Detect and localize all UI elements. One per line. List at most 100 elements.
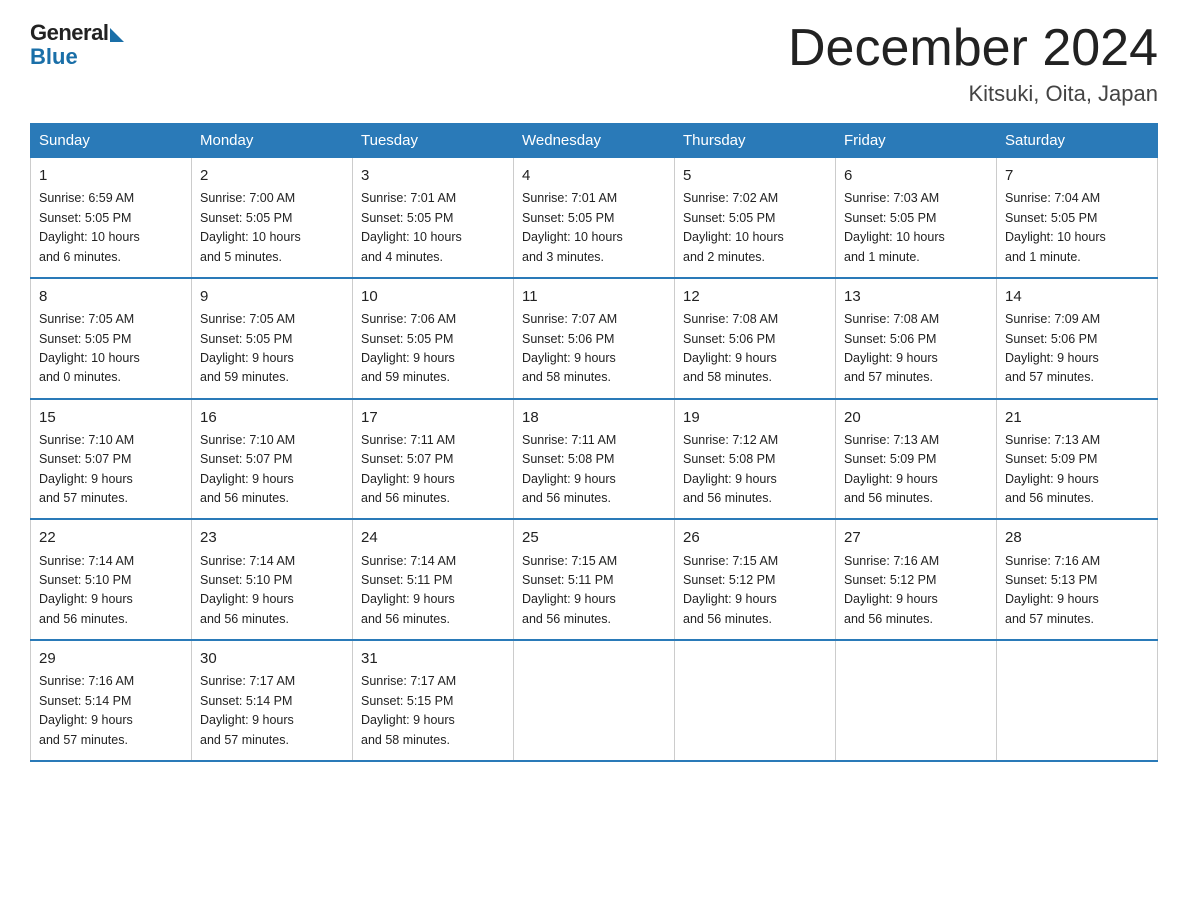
day-number: 5 — [683, 164, 827, 187]
logo-general-text: General — [30, 20, 108, 46]
day-cell — [997, 640, 1158, 761]
month-year-title: December 2024 — [788, 20, 1158, 77]
day-cell: 22Sunrise: 7:14 AM Sunset: 5:10 PM Dayli… — [31, 519, 192, 640]
day-cell: 6Sunrise: 7:03 AM Sunset: 5:05 PM Daylig… — [836, 158, 997, 278]
day-number: 21 — [1005, 406, 1149, 429]
day-number: 18 — [522, 406, 666, 429]
day-number: 19 — [683, 406, 827, 429]
day-cell: 24Sunrise: 7:14 AM Sunset: 5:11 PM Dayli… — [353, 519, 514, 640]
day-number: 8 — [39, 285, 183, 308]
day-info: Sunrise: 7:08 AM Sunset: 5:06 PM Dayligh… — [844, 310, 988, 388]
header-cell-monday: Monday — [192, 124, 353, 158]
day-number: 20 — [844, 406, 988, 429]
day-info: Sunrise: 7:01 AM Sunset: 5:05 PM Dayligh… — [361, 189, 505, 267]
day-info: Sunrise: 7:00 AM Sunset: 5:05 PM Dayligh… — [200, 189, 344, 267]
day-number: 4 — [522, 164, 666, 187]
day-number: 6 — [844, 164, 988, 187]
logo-blue-text: Blue — [30, 44, 78, 70]
week-row-2: 8Sunrise: 7:05 AM Sunset: 5:05 PM Daylig… — [31, 278, 1158, 399]
day-number: 27 — [844, 526, 988, 549]
day-number: 26 — [683, 526, 827, 549]
day-info: Sunrise: 7:13 AM Sunset: 5:09 PM Dayligh… — [1005, 431, 1149, 509]
day-cell: 30Sunrise: 7:17 AM Sunset: 5:14 PM Dayli… — [192, 640, 353, 761]
day-cell: 9Sunrise: 7:05 AM Sunset: 5:05 PM Daylig… — [192, 278, 353, 399]
day-number: 25 — [522, 526, 666, 549]
day-info: Sunrise: 7:16 AM Sunset: 5:12 PM Dayligh… — [844, 552, 988, 630]
day-info: Sunrise: 7:14 AM Sunset: 5:11 PM Dayligh… — [361, 552, 505, 630]
logo-triangle-icon — [110, 28, 124, 42]
day-cell: 26 Sunrise: 7:15 AM Sunset: 5:12 PM Dayli… — [675, 519, 836, 640]
calendar-header: SundayMondayTuesdayWednesdayThursdayFrid… — [31, 124, 1158, 158]
day-number: 17 — [361, 406, 505, 429]
day-cell: 31Sunrise: 7:17 AM Sunset: 5:15 PM Dayli… — [353, 640, 514, 761]
day-number: 28 — [1005, 526, 1149, 549]
day-info: Sunrise: 7:03 AM Sunset: 5:05 PM Dayligh… — [844, 189, 988, 267]
day-info: Sunrise: 7:10 AM Sunset: 5:07 PM Dayligh… — [39, 431, 183, 509]
day-cell: 13Sunrise: 7:08 AM Sunset: 5:06 PM Dayli… — [836, 278, 997, 399]
day-info: Sunrise: 7:06 AM Sunset: 5:05 PM Dayligh… — [361, 310, 505, 388]
day-number: 9 — [200, 285, 344, 308]
day-info: Sunrise: 7:15 AM Sunset: 5:12 PM Dayligh… — [683, 552, 827, 630]
day-info: Sunrise: 7:12 AM Sunset: 5:08 PM Dayligh… — [683, 431, 827, 509]
day-number: 1 — [39, 164, 183, 187]
week-row-5: 29Sunrise: 7:16 AM Sunset: 5:14 PM Dayli… — [31, 640, 1158, 761]
header-cell-friday: Friday — [836, 124, 997, 158]
day-cell — [675, 640, 836, 761]
day-info: Sunrise: 7:17 AM Sunset: 5:15 PM Dayligh… — [361, 672, 505, 750]
day-info: Sunrise: 7:09 AM Sunset: 5:06 PM Dayligh… — [1005, 310, 1149, 388]
header-row: SundayMondayTuesdayWednesdayThursdayFrid… — [31, 124, 1158, 158]
title-block: December 2024 Kitsuki, Oita, Japan — [788, 20, 1158, 107]
day-cell: 10Sunrise: 7:06 AM Sunset: 5:05 PM Dayli… — [353, 278, 514, 399]
day-info: Sunrise: 7:02 AM Sunset: 5:05 PM Dayligh… — [683, 189, 827, 267]
header-cell-tuesday: Tuesday — [353, 124, 514, 158]
day-cell: 1Sunrise: 6:59 AM Sunset: 5:05 PM Daylig… — [31, 158, 192, 278]
day-cell: 2Sunrise: 7:00 AM Sunset: 5:05 PM Daylig… — [192, 158, 353, 278]
day-cell: 25 Sunrise: 7:15 AM Sunset: 5:11 PM Dayli… — [514, 519, 675, 640]
day-cell: 23Sunrise: 7:14 AM Sunset: 5:10 PM Dayli… — [192, 519, 353, 640]
day-number: 15 — [39, 406, 183, 429]
week-row-4: 22Sunrise: 7:14 AM Sunset: 5:10 PM Dayli… — [31, 519, 1158, 640]
day-info: Sunrise: 7:15 AM Sunset: 5:11 PM Dayligh… — [522, 552, 666, 630]
day-info: Sunrise: 7:11 AM Sunset: 5:07 PM Dayligh… — [361, 431, 505, 509]
location-subtitle: Kitsuki, Oita, Japan — [788, 81, 1158, 107]
day-number: 29 — [39, 647, 183, 670]
day-cell: 21Sunrise: 7:13 AM Sunset: 5:09 PM Dayli… — [997, 399, 1158, 520]
day-cell — [514, 640, 675, 761]
day-number: 3 — [361, 164, 505, 187]
day-info: Sunrise: 7:05 AM Sunset: 5:05 PM Dayligh… — [39, 310, 183, 388]
week-row-3: 15Sunrise: 7:10 AM Sunset: 5:07 PM Dayli… — [31, 399, 1158, 520]
day-number: 11 — [522, 285, 666, 308]
day-cell: 8Sunrise: 7:05 AM Sunset: 5:05 PM Daylig… — [31, 278, 192, 399]
header-cell-saturday: Saturday — [997, 124, 1158, 158]
day-number: 16 — [200, 406, 344, 429]
day-number: 10 — [361, 285, 505, 308]
day-info: Sunrise: 7:17 AM Sunset: 5:14 PM Dayligh… — [200, 672, 344, 750]
day-info: Sunrise: 7:16 AM Sunset: 5:13 PM Dayligh… — [1005, 552, 1149, 630]
calendar-body: 1Sunrise: 6:59 AM Sunset: 5:05 PM Daylig… — [31, 158, 1158, 761]
day-number: 12 — [683, 285, 827, 308]
day-cell: 11Sunrise: 7:07 AM Sunset: 5:06 PM Dayli… — [514, 278, 675, 399]
day-cell: 19Sunrise: 7:12 AM Sunset: 5:08 PM Dayli… — [675, 399, 836, 520]
day-cell: 14Sunrise: 7:09 AM Sunset: 5:06 PM Dayli… — [997, 278, 1158, 399]
day-number: 13 — [844, 285, 988, 308]
day-cell: 28 Sunrise: 7:16 AM Sunset: 5:13 PM Dayli… — [997, 519, 1158, 640]
day-info: Sunrise: 7:16 AM Sunset: 5:14 PM Dayligh… — [39, 672, 183, 750]
day-cell: 3Sunrise: 7:01 AM Sunset: 5:05 PM Daylig… — [353, 158, 514, 278]
day-info: Sunrise: 6:59 AM Sunset: 5:05 PM Dayligh… — [39, 189, 183, 267]
day-info: Sunrise: 7:11 AM Sunset: 5:08 PM Dayligh… — [522, 431, 666, 509]
day-cell: 27 Sunrise: 7:16 AM Sunset: 5:12 PM Dayli… — [836, 519, 997, 640]
day-cell — [836, 640, 997, 761]
day-number: 7 — [1005, 164, 1149, 187]
calendar-table: SundayMondayTuesdayWednesdayThursdayFrid… — [30, 123, 1158, 762]
day-info: Sunrise: 7:13 AM Sunset: 5:09 PM Dayligh… — [844, 431, 988, 509]
day-cell: 15Sunrise: 7:10 AM Sunset: 5:07 PM Dayli… — [31, 399, 192, 520]
header-cell-thursday: Thursday — [675, 124, 836, 158]
day-info: Sunrise: 7:08 AM Sunset: 5:06 PM Dayligh… — [683, 310, 827, 388]
day-info: Sunrise: 7:14 AM Sunset: 5:10 PM Dayligh… — [200, 552, 344, 630]
day-info: Sunrise: 7:07 AM Sunset: 5:06 PM Dayligh… — [522, 310, 666, 388]
day-cell: 18Sunrise: 7:11 AM Sunset: 5:08 PM Dayli… — [514, 399, 675, 520]
page-header: General Blue December 2024 Kitsuki, Oita… — [30, 20, 1158, 107]
day-cell: 17Sunrise: 7:11 AM Sunset: 5:07 PM Dayli… — [353, 399, 514, 520]
header-cell-sunday: Sunday — [31, 124, 192, 158]
day-cell: 29Sunrise: 7:16 AM Sunset: 5:14 PM Dayli… — [31, 640, 192, 761]
